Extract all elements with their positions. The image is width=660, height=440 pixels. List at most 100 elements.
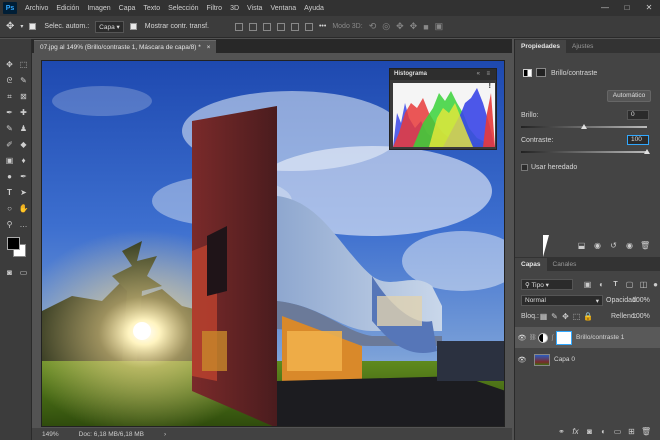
path-selection-tool-icon[interactable]: ➤ xyxy=(18,187,29,198)
dodge-tool-icon[interactable]: ● xyxy=(4,171,15,182)
layer-filter-select[interactable]: ⚲ Tipo ▾ xyxy=(521,279,573,290)
delete-layer-icon[interactable]: 🗑 xyxy=(641,427,651,436)
healing-brush-tool-icon[interactable]: ✚ xyxy=(18,107,29,118)
fill-value[interactable]: 100% xyxy=(632,313,650,320)
contrast-slider-thumb[interactable] xyxy=(644,149,650,154)
align-top-icon[interactable] xyxy=(234,22,243,31)
tab-propiedades[interactable]: Propiedades xyxy=(515,40,567,53)
eraser-tool-icon[interactable]: ◆ xyxy=(18,139,29,150)
lock-pixels-icon[interactable]: ✎ xyxy=(550,312,559,321)
histogram-collapse-icon[interactable]: « xyxy=(477,69,480,79)
document-tab[interactable]: 07.jpg al 149% (Brillo/contraste 1, Másc… xyxy=(34,40,217,53)
zoom-level[interactable]: 149% xyxy=(42,431,59,438)
tab-canales[interactable]: Canales xyxy=(547,258,583,271)
new-adjustment-layer-icon[interactable]: ◐ xyxy=(599,427,608,436)
menu-ventana[interactable]: Ventana xyxy=(266,5,300,12)
filter-pixel-icon[interactable]: ▣ xyxy=(583,280,592,289)
menu-ayuda[interactable]: Ayuda xyxy=(300,5,328,12)
mask-icon[interactable] xyxy=(536,68,546,77)
menu-imagen[interactable]: Imagen xyxy=(83,5,114,12)
clip-to-layer-icon[interactable]: ⬓ xyxy=(577,241,586,250)
link-layers-icon[interactable]: ⚭ xyxy=(557,427,566,436)
quick-mask-icon[interactable]: ◙ xyxy=(4,267,15,278)
minimize-button[interactable]: — xyxy=(594,0,616,16)
lock-position-icon[interactable]: ✥ xyxy=(561,312,570,321)
toggle-visibility-icon[interactable]: ◉ xyxy=(625,241,634,250)
foreground-color-swatch[interactable] xyxy=(7,237,20,250)
tab-capas[interactable]: Capas xyxy=(515,258,547,271)
filter-adjustment-icon[interactable]: ◐ xyxy=(597,280,606,289)
filter-type-icon[interactable]: T xyxy=(611,280,620,289)
layer-name[interactable]: Capa 0 xyxy=(554,356,575,363)
view-previous-icon[interactable]: ◉ xyxy=(593,241,602,250)
menu-capa[interactable]: Capa xyxy=(115,5,140,12)
close-window-button[interactable]: ✕ xyxy=(638,0,660,16)
brightness-slider-thumb[interactable] xyxy=(581,124,587,129)
align-middle-icon[interactable] xyxy=(248,22,257,31)
video-icon[interactable]: ▣ xyxy=(435,21,444,32)
add-mask-icon[interactable]: ◙ xyxy=(585,427,594,436)
align-bottom-icon[interactable] xyxy=(262,22,271,31)
quick-selection-tool-icon[interactable]: ✎ xyxy=(18,75,29,86)
gradient-tool-icon[interactable]: ▣ xyxy=(4,155,15,166)
orbit-3d-icon[interactable]: ⟲ xyxy=(369,21,377,32)
menu-edicion[interactable]: Edición xyxy=(52,5,83,12)
layer-mask-thumbnail[interactable] xyxy=(556,330,572,345)
contrast-value-field[interactable]: 100 xyxy=(627,135,649,145)
contrast-slider[interactable] xyxy=(521,151,647,153)
filter-toggle-icon[interactable]: ● xyxy=(651,280,660,289)
move-tool-icon[interactable]: ✥ xyxy=(6,21,14,32)
brush-tool-icon[interactable]: ✎ xyxy=(4,123,15,134)
align-left-icon[interactable] xyxy=(276,22,285,31)
frame-tool-icon[interactable]: ⊠ xyxy=(18,91,29,102)
hand-tool-icon[interactable]: ✋ xyxy=(18,203,29,214)
show-transform-checkbox[interactable] xyxy=(129,22,139,30)
maximize-button[interactable]: □ xyxy=(616,0,638,16)
menu-3d[interactable]: 3D xyxy=(226,5,243,12)
filter-smart-object-icon[interactable]: ◫ xyxy=(639,280,648,289)
histogram-warning-icon[interactable]: ! xyxy=(489,83,491,90)
move-tool-icon[interactable]: ✥ xyxy=(4,59,15,70)
blur-tool-icon[interactable]: ♦ xyxy=(18,155,29,166)
menu-archivo[interactable]: Archivo xyxy=(21,5,52,12)
zoom-tool-icon[interactable]: ⚲ xyxy=(4,219,15,230)
scale-3d-icon[interactable]: ■ xyxy=(423,22,428,32)
screen-mode-icon[interactable]: ▭ xyxy=(18,267,29,278)
more-tools-icon[interactable]: … xyxy=(18,219,29,230)
lock-all-icon[interactable]: 🔒 xyxy=(583,312,593,321)
menu-texto[interactable]: Texto xyxy=(139,5,164,12)
brightness-value-field[interactable]: 0 xyxy=(627,110,649,120)
status-arrow-icon[interactable]: › xyxy=(164,431,166,438)
crop-tool-icon[interactable]: ⌗ xyxy=(4,91,15,102)
pan-3d-icon[interactable]: ✥ xyxy=(396,21,404,32)
visibility-eye-icon[interactable]: 👁 xyxy=(515,356,529,364)
align-right-icon[interactable] xyxy=(304,22,313,31)
new-group-icon[interactable]: ▭ xyxy=(613,427,622,436)
history-brush-tool-icon[interactable]: ✐ xyxy=(4,139,15,150)
opacity-value[interactable]: 100% xyxy=(632,297,650,304)
lock-transparency-icon[interactable]: ▦ xyxy=(539,312,548,321)
roll-3d-icon[interactable]: ◎ xyxy=(382,21,390,32)
pen-tool-icon[interactable]: ✒ xyxy=(18,171,29,182)
blend-mode-select[interactable]: Normal ▾ xyxy=(521,295,603,306)
type-tool-icon[interactable]: T xyxy=(4,187,15,198)
histogram-menu-icon[interactable]: ≡ xyxy=(486,69,490,79)
layer-name[interactable]: Brillo/contraste 1 xyxy=(576,334,624,341)
more-options-button[interactable]: ••• xyxy=(319,23,326,30)
align-center-icon[interactable] xyxy=(290,22,299,31)
layer-row-brillo-contraste[interactable]: 👁 ⛓ ʃ Brillo/contraste 1 xyxy=(515,327,660,348)
menu-filtro[interactable]: Filtro xyxy=(203,5,227,12)
clone-stamp-tool-icon[interactable]: ♟ xyxy=(18,123,29,134)
eyedropper-tool-icon[interactable]: ✒ xyxy=(4,107,15,118)
filter-shape-icon[interactable]: ▢ xyxy=(625,280,634,289)
visibility-eye-icon[interactable]: 👁 xyxy=(515,334,529,342)
auto-select-checkbox[interactable] xyxy=(29,22,38,30)
lock-artboard-icon[interactable]: ⬚ xyxy=(572,312,581,321)
legacy-checkbox[interactable] xyxy=(521,164,530,171)
delete-adjustment-icon[interactable]: 🗑 xyxy=(640,241,650,250)
tab-ajustes[interactable]: Ajustes xyxy=(566,40,599,53)
auto-select-target-select[interactable]: Capa ▾ xyxy=(95,20,124,33)
menu-vista[interactable]: Vista xyxy=(243,5,266,12)
tool-preset-dropdown[interactable]: ▾ xyxy=(20,23,23,30)
artboard-tool-icon[interactable]: ⬚ xyxy=(18,59,29,70)
